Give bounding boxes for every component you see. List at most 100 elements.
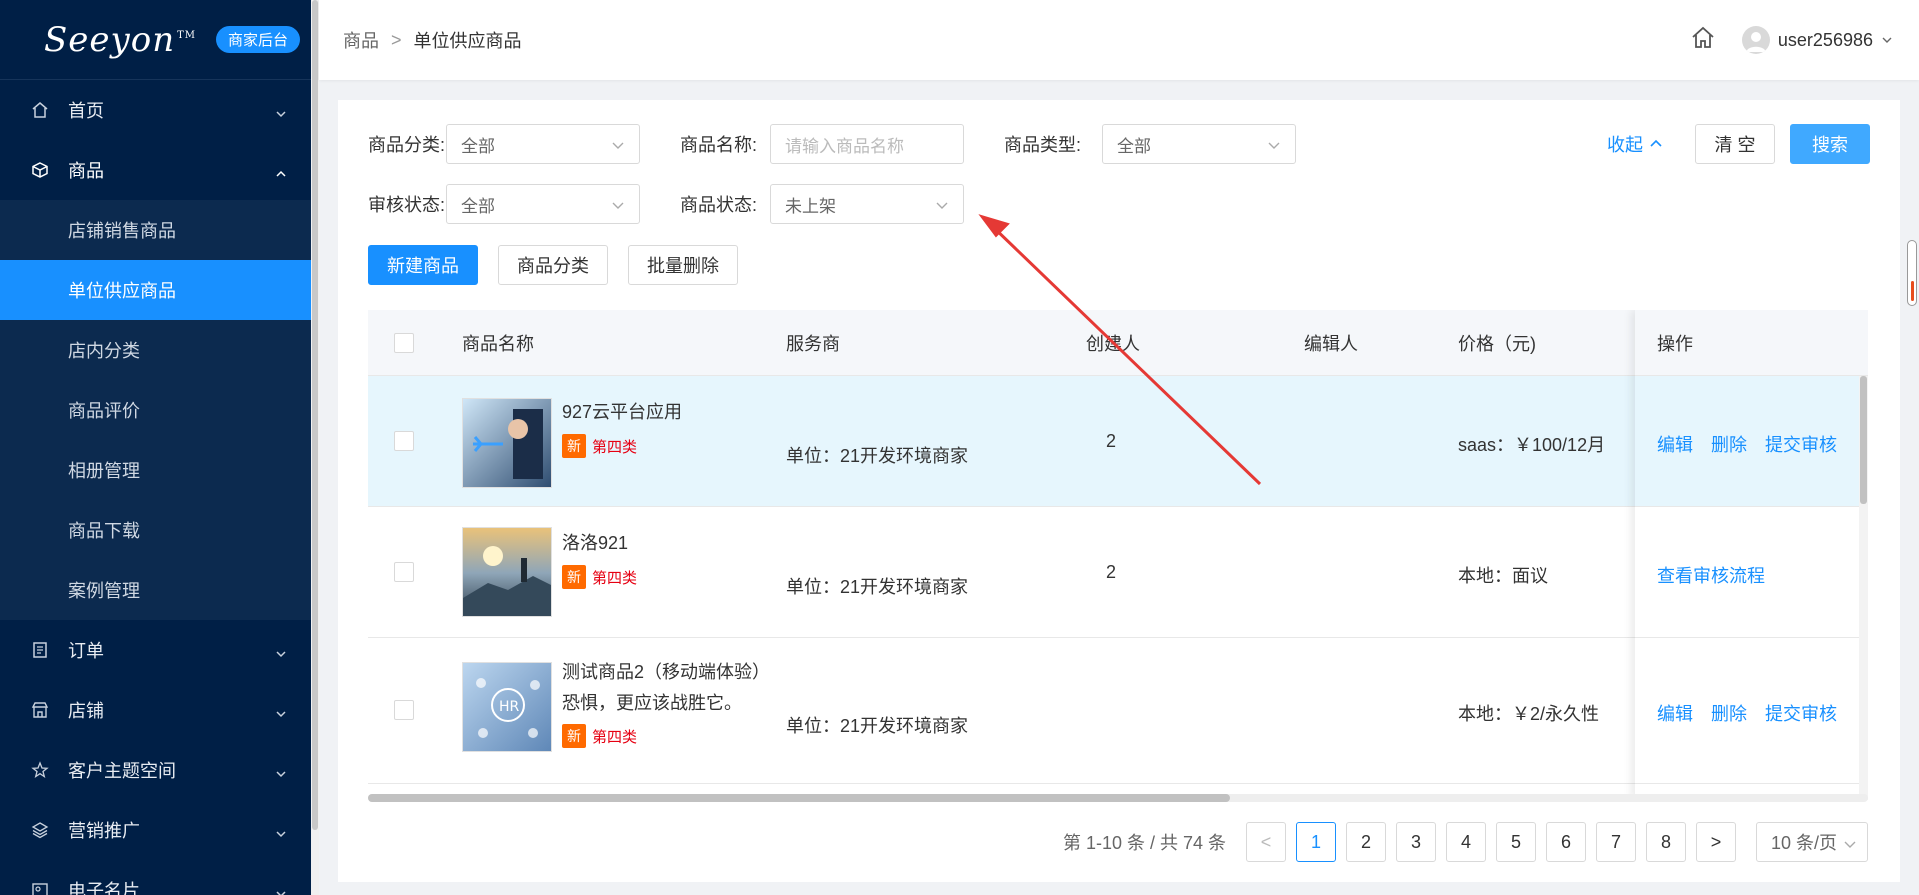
- page-button-6[interactable]: 6: [1546, 822, 1586, 862]
- status-select[interactable]: 未上架: [770, 184, 964, 224]
- username[interactable]: user256986: [1778, 30, 1873, 51]
- logo: Seeyon TM: [44, 20, 196, 60]
- table-vertical-scrollbar[interactable]: [1859, 376, 1868, 800]
- new-product-button[interactable]: 新建商品: [368, 245, 478, 285]
- actions-cell: 查看审核流程: [1657, 562, 1783, 588]
- sidebar-scrollbar[interactable]: [311, 0, 319, 895]
- product-tags: 新 第四类: [562, 565, 637, 589]
- chevron-up-icon: [1649, 134, 1663, 155]
- breadcrumb-current: 单位供应商品: [413, 31, 522, 51]
- creator-cell: 2: [1106, 431, 1117, 451]
- page-button-5[interactable]: 5: [1496, 822, 1536, 862]
- nav-item-orders[interactable]: 订单: [0, 620, 311, 680]
- page-size-select[interactable]: 10 条/页: [1756, 822, 1868, 862]
- sub-item-store-sales[interactable]: 店铺销售商品: [0, 200, 311, 260]
- product-thumbnail[interactable]: HR: [462, 662, 552, 752]
- nav-item-customer-space[interactable]: 客户主题空间: [0, 740, 311, 800]
- column-header-editor: 编辑人: [1304, 334, 1358, 354]
- layers-icon: [30, 820, 50, 840]
- sub-item-unit-supply[interactable]: 单位供应商品: [0, 260, 311, 320]
- sidebar-scrollbar-thumb[interactable]: [312, 0, 318, 830]
- new-tag: 新: [562, 434, 586, 458]
- sub-item-album[interactable]: 相册管理: [0, 440, 311, 500]
- sub-item-reviews[interactable]: 商品评价: [0, 380, 311, 440]
- delete-link[interactable]: 删除: [1711, 700, 1747, 726]
- table-header: 商品名称 服务商 创建人 编辑人 价格（元) 操作: [368, 310, 1868, 376]
- name-input[interactable]: 请输入商品名称: [770, 124, 964, 164]
- category-select[interactable]: 全部: [446, 124, 640, 164]
- collapse-label: 收起: [1607, 135, 1643, 155]
- prev-page-button[interactable]: <: [1246, 822, 1286, 862]
- nav-item-business-card[interactable]: 电子名片: [0, 860, 311, 895]
- avatar[interactable]: [1741, 26, 1770, 54]
- page-button-4[interactable]: 4: [1446, 822, 1486, 862]
- sub-item-download[interactable]: 商品下载: [0, 500, 311, 560]
- header-checkbox[interactable]: [394, 310, 414, 376]
- submit-review-link[interactable]: 提交审核: [1765, 700, 1837, 726]
- column-header-creator: 创建人: [1086, 334, 1140, 354]
- next-page-button[interactable]: >: [1696, 822, 1736, 862]
- breadcrumb-root[interactable]: 商品: [343, 27, 379, 53]
- product-tags: 新 第四类: [562, 434, 637, 458]
- clear-button[interactable]: 清 空: [1695, 124, 1775, 164]
- row-checkbox[interactable]: [394, 431, 414, 451]
- chevron-down-icon: [935, 198, 949, 218]
- submit-review-link[interactable]: 提交审核: [1765, 431, 1837, 457]
- row-checkbox[interactable]: [394, 700, 414, 720]
- price-cell: 本地：￥2/永久性: [1458, 704, 1600, 724]
- nav-item-marketing[interactable]: 营销推广: [0, 800, 311, 860]
- product-thumbnail[interactable]: [462, 398, 552, 488]
- table-vertical-scrollbar-thumb[interactable]: [1860, 376, 1867, 504]
- audit-select[interactable]: 全部: [446, 184, 640, 224]
- page-button-2[interactable]: 2: [1346, 822, 1386, 862]
- page-scrollbar[interactable]: [1907, 240, 1917, 306]
- provider-cell: 单位：21开发环境商家: [786, 716, 969, 736]
- store-icon: [30, 700, 50, 720]
- select-all-checkbox[interactable]: [394, 333, 414, 353]
- product-thumbnail[interactable]: [462, 527, 552, 617]
- home-icon[interactable]: [1690, 25, 1716, 56]
- chevron-down-icon: [611, 138, 625, 158]
- type-select[interactable]: 全部: [1102, 124, 1296, 164]
- table-horizontal-scrollbar[interactable]: [368, 794, 1868, 802]
- batch-delete-button[interactable]: 批量删除: [628, 245, 738, 285]
- column-header-provider: 服务商: [786, 334, 840, 354]
- nav-item-product[interactable]: 商品: [0, 140, 311, 200]
- page-button-8[interactable]: 8: [1646, 822, 1686, 862]
- chevron-down-icon: [275, 644, 287, 665]
- actions-cell: 编辑 删除 提交审核: [1657, 431, 1855, 457]
- category-tag: 第四类: [592, 728, 638, 746]
- row-checkbox-cell: [394, 700, 414, 720]
- row-checkbox-cell: [394, 562, 414, 582]
- edit-link[interactable]: 编辑: [1657, 700, 1693, 726]
- product-name[interactable]: 测试商品2（移动端体验）: [562, 658, 770, 684]
- collapse-link[interactable]: 收起: [1607, 124, 1663, 164]
- chevron-down-icon: [1267, 138, 1281, 158]
- product-category-button[interactable]: 商品分类: [498, 245, 608, 285]
- nav-item-store[interactable]: 店铺: [0, 680, 311, 740]
- page-button-3[interactable]: 3: [1396, 822, 1436, 862]
- search-button[interactable]: 搜索: [1790, 124, 1870, 164]
- nav-item-home[interactable]: 首页: [0, 80, 311, 140]
- page-button-1[interactable]: 1: [1296, 822, 1336, 862]
- product-name[interactable]: 洛洛921: [562, 529, 628, 555]
- chevron-down-icon[interactable]: [1881, 30, 1893, 51]
- product-name[interactable]: 927云平台应用: [562, 398, 682, 424]
- status-label: 商品状态:: [680, 195, 758, 215]
- provider-cell: 单位：21开发环境商家: [786, 577, 969, 597]
- audit-label: 审核状态:: [368, 195, 446, 215]
- chevron-up-icon: [275, 164, 287, 185]
- new-tag: 新: [562, 565, 586, 589]
- view-review-flow-link[interactable]: 查看审核流程: [1657, 562, 1765, 588]
- edit-link[interactable]: 编辑: [1657, 431, 1693, 457]
- page-button-7[interactable]: 7: [1596, 822, 1636, 862]
- delete-link[interactable]: 删除: [1711, 431, 1747, 457]
- provider-cell: 单位：21开发环境商家: [786, 446, 969, 466]
- row-checkbox[interactable]: [394, 562, 414, 582]
- chevron-down-icon: [611, 198, 625, 218]
- chevron-down-icon: [275, 704, 287, 725]
- product-submenu: 店铺销售商品 单位供应商品 店内分类 商品评价 相册管理 商品下载 案例管理: [0, 200, 311, 620]
- sub-item-cases[interactable]: 案例管理: [0, 560, 311, 620]
- sub-item-store-category[interactable]: 店内分类: [0, 320, 311, 380]
- table-horizontal-scrollbar-thumb[interactable]: [368, 794, 1230, 802]
